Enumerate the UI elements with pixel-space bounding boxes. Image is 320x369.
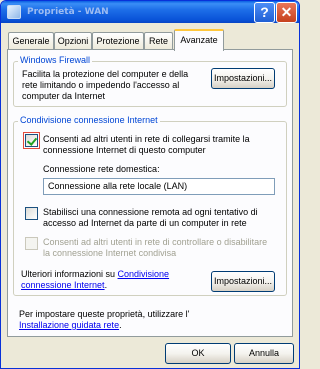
more-info-text: Ulteriori informazioni su Condivisione c… — [21, 269, 211, 291]
more-info-suffix: . — [104, 280, 108, 290]
more-info-prefix: Ulteriori informazioni su — [21, 269, 118, 279]
properties-dialog: Proprietà - WAN ? ✕ Generale Opzioni Pro… — [0, 0, 300, 369]
allow-control-label[interactable]: Consenti ad altri utenti in rete di cont… — [43, 237, 287, 259]
close-button[interactable]: ✕ — [276, 2, 297, 23]
footer-suffix: . — [119, 320, 122, 330]
footer-text: Per impostare queste proprietà, utilizza… — [19, 309, 289, 331]
tab-opzioni[interactable]: Opzioni — [54, 32, 92, 50]
network-setup-wizard-link[interactable]: Installazione guidata rete — [19, 320, 119, 330]
cancel-button[interactable]: Annulla — [234, 343, 294, 364]
dial-on-demand-line: Stabilisci una connessione remota ad ogn… — [43, 207, 258, 217]
allow-sharing-line: Consenti ad altri utenti in rete di coll… — [43, 134, 250, 144]
ok-button[interactable]: OK — [165, 343, 231, 364]
allow-sharing-checkbox[interactable] — [23, 132, 40, 149]
ics-group-title: Condivisione connessione Internet — [18, 115, 160, 126]
firewall-description-line: rete limitando o impedendo l'accesso al — [22, 80, 180, 90]
tab-panel-avanzate: Windows Firewall Facilita la protezione … — [7, 49, 293, 337]
home-network-select[interactable]: Connessione alla rete locale (LAN) — [43, 178, 275, 195]
firewall-description-line: Facilita la protezione del computer e de… — [22, 69, 189, 79]
firewall-description: Facilita la protezione del computer e de… — [22, 69, 212, 102]
title-bar[interactable]: Proprietà - WAN ? ✕ — [1, 1, 299, 23]
firewall-description-line: computer da Internet — [22, 91, 106, 101]
tab-rete[interactable]: Rete — [144, 32, 173, 50]
ics-help-link-continued[interactable]: connessione Internet — [21, 280, 105, 290]
footer-prefix: Per impostare queste proprietà, utilizza… — [19, 309, 190, 319]
allow-sharing-label[interactable]: Consenti ad altri utenti in rete di coll… — [43, 134, 283, 156]
dial-on-demand-label[interactable]: Stabilisci una connessione remota ad ogn… — [43, 207, 283, 229]
ics-settings-button[interactable]: Impostazioni... — [211, 271, 275, 292]
allow-control-line: la connessione Internet condivisa — [43, 248, 177, 258]
help-button[interactable]: ? — [254, 2, 275, 23]
tab-avanzate[interactable]: Avanzate — [174, 29, 224, 51]
ics-help-link[interactable]: Condivisione — [118, 269, 170, 279]
window-title: Proprietà - WAN — [27, 7, 109, 17]
allow-sharing-line: connessione Internet di questo computer — [43, 145, 206, 155]
home-network-label: Connessione rete domestica: — [43, 164, 160, 174]
tab-generale[interactable]: Generale — [8, 32, 54, 50]
allow-control-checkbox[interactable] — [25, 237, 38, 250]
tab-protezione[interactable]: Protezione — [92, 32, 144, 50]
dial-on-demand-line: accesso ad Internet da parte di un compu… — [43, 218, 247, 228]
network-connection-icon — [7, 5, 21, 19]
allow-control-line: Consenti ad altri utenti in rete di cont… — [43, 237, 268, 247]
firewall-group-title: Windows Firewall — [18, 55, 93, 66]
dial-on-demand-checkbox[interactable] — [25, 207, 38, 220]
firewall-settings-button[interactable]: Impostazioni... — [211, 68, 275, 89]
